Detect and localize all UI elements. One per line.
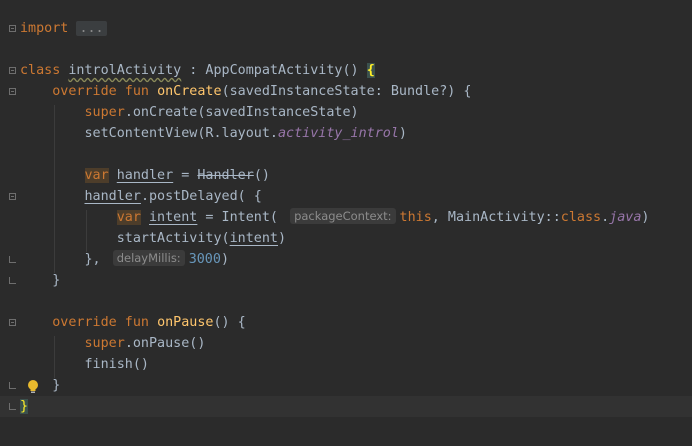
resource-name: activity_introl (277, 126, 399, 141)
code-text: finish() (84, 357, 150, 372)
code-text: ) (220, 252, 229, 267)
keyword: var (84, 168, 109, 183)
code-editor[interactable]: import ... class introlActivity : AppCom… (0, 0, 692, 446)
brace-highlight: { (366, 63, 375, 78)
keyword: import (20, 21, 69, 36)
variable-name: intent (229, 231, 278, 246)
code-line[interactable] (20, 144, 649, 165)
keyword: this (399, 210, 432, 225)
keyword: override fun (52, 315, 158, 330)
code-line[interactable] (20, 39, 649, 60)
keyword: class (20, 63, 61, 78)
code-text: () { (213, 315, 246, 330)
class-name: introlActivity (68, 63, 182, 78)
fold-end-icon[interactable] (9, 382, 16, 389)
fold-marker-icon[interactable] (9, 25, 16, 32)
keyword: super (84, 105, 125, 120)
code-line[interactable] (20, 291, 649, 312)
code-line[interactable]: } (20, 396, 649, 417)
code-text: . (601, 210, 610, 225)
code-text: }, (84, 252, 109, 267)
keyword: var (116, 210, 141, 225)
code-content[interactable]: import ... class introlActivity : AppCom… (20, 18, 649, 417)
code-line[interactable]: class introlActivity : AppCompatActivity… (20, 60, 649, 81)
code-text: = (173, 168, 198, 183)
code-text: () (253, 168, 270, 183)
number-literal: 3000 (188, 252, 221, 267)
code-text: .onCreate(savedInstanceState) (124, 105, 359, 120)
code-text: } (52, 273, 61, 288)
fold-marker-icon[interactable] (9, 319, 16, 326)
folded-imports[interactable]: ... (76, 21, 107, 36)
code-text: startActivity( (116, 231, 230, 246)
keyword: class (560, 210, 602, 225)
code-text: , MainActivity:: (431, 210, 561, 225)
code-line[interactable]: finish() (20, 354, 649, 375)
fold-end-icon[interactable] (9, 256, 16, 263)
variable-name: handler (116, 168, 174, 183)
variable-name: intent (149, 210, 198, 225)
variable-name: handler (84, 189, 141, 204)
code-text: .onPause() (124, 336, 206, 351)
parameter-hint: delayMillis: (112, 250, 185, 266)
fold-marker-icon[interactable] (9, 67, 16, 74)
fold-end-icon[interactable] (9, 403, 16, 410)
brace-highlight: } (20, 399, 29, 414)
code-line[interactable]: import ... (20, 18, 649, 39)
code-text: } (52, 378, 61, 393)
code-line[interactable]: var handler = Handler() (20, 165, 649, 186)
code-text: = Intent( (197, 210, 287, 225)
property-name: java (609, 210, 642, 225)
code-text: .postDelayed( { (140, 189, 262, 204)
keyword: override fun (52, 84, 158, 99)
code-text: : AppCompatActivity() (181, 63, 367, 78)
function-name: onPause (157, 315, 214, 330)
fold-marker-icon[interactable] (9, 88, 16, 95)
code-line[interactable]: startActivity(intent) (20, 228, 649, 249)
code-line[interactable]: super.onCreate(savedInstanceState) (20, 102, 649, 123)
keyword: super (84, 336, 125, 351)
code-line[interactable]: }, delayMillis: 3000) (20, 249, 649, 270)
code-text: ) (278, 231, 287, 246)
code-line[interactable]: override fun onCreate(savedInstanceState… (20, 81, 649, 102)
code-text: ) (641, 210, 650, 225)
code-line[interactable]: handler.postDelayed( { (20, 186, 649, 207)
code-text: (savedInstanceState: Bundle?) { (221, 84, 472, 99)
code-line[interactable]: override fun onPause() { (20, 312, 649, 333)
code-line[interactable]: super.onPause() (20, 333, 649, 354)
code-text: setContentView(R.layout. (84, 126, 278, 141)
code-line[interactable]: setContentView(R.layout.activity_introl) (20, 123, 649, 144)
function-name: onCreate (157, 84, 222, 99)
fold-marker-icon[interactable] (9, 193, 16, 200)
code-line[interactable]: } (20, 375, 649, 396)
code-text: ) (398, 126, 407, 141)
fold-end-icon[interactable] (9, 277, 16, 284)
code-line[interactable]: var intent = Intent( packageContext: this… (20, 207, 649, 228)
code-line[interactable]: } (20, 270, 649, 291)
parameter-hint: packageContext: (290, 208, 396, 224)
deprecated-class: Handler (197, 168, 254, 183)
